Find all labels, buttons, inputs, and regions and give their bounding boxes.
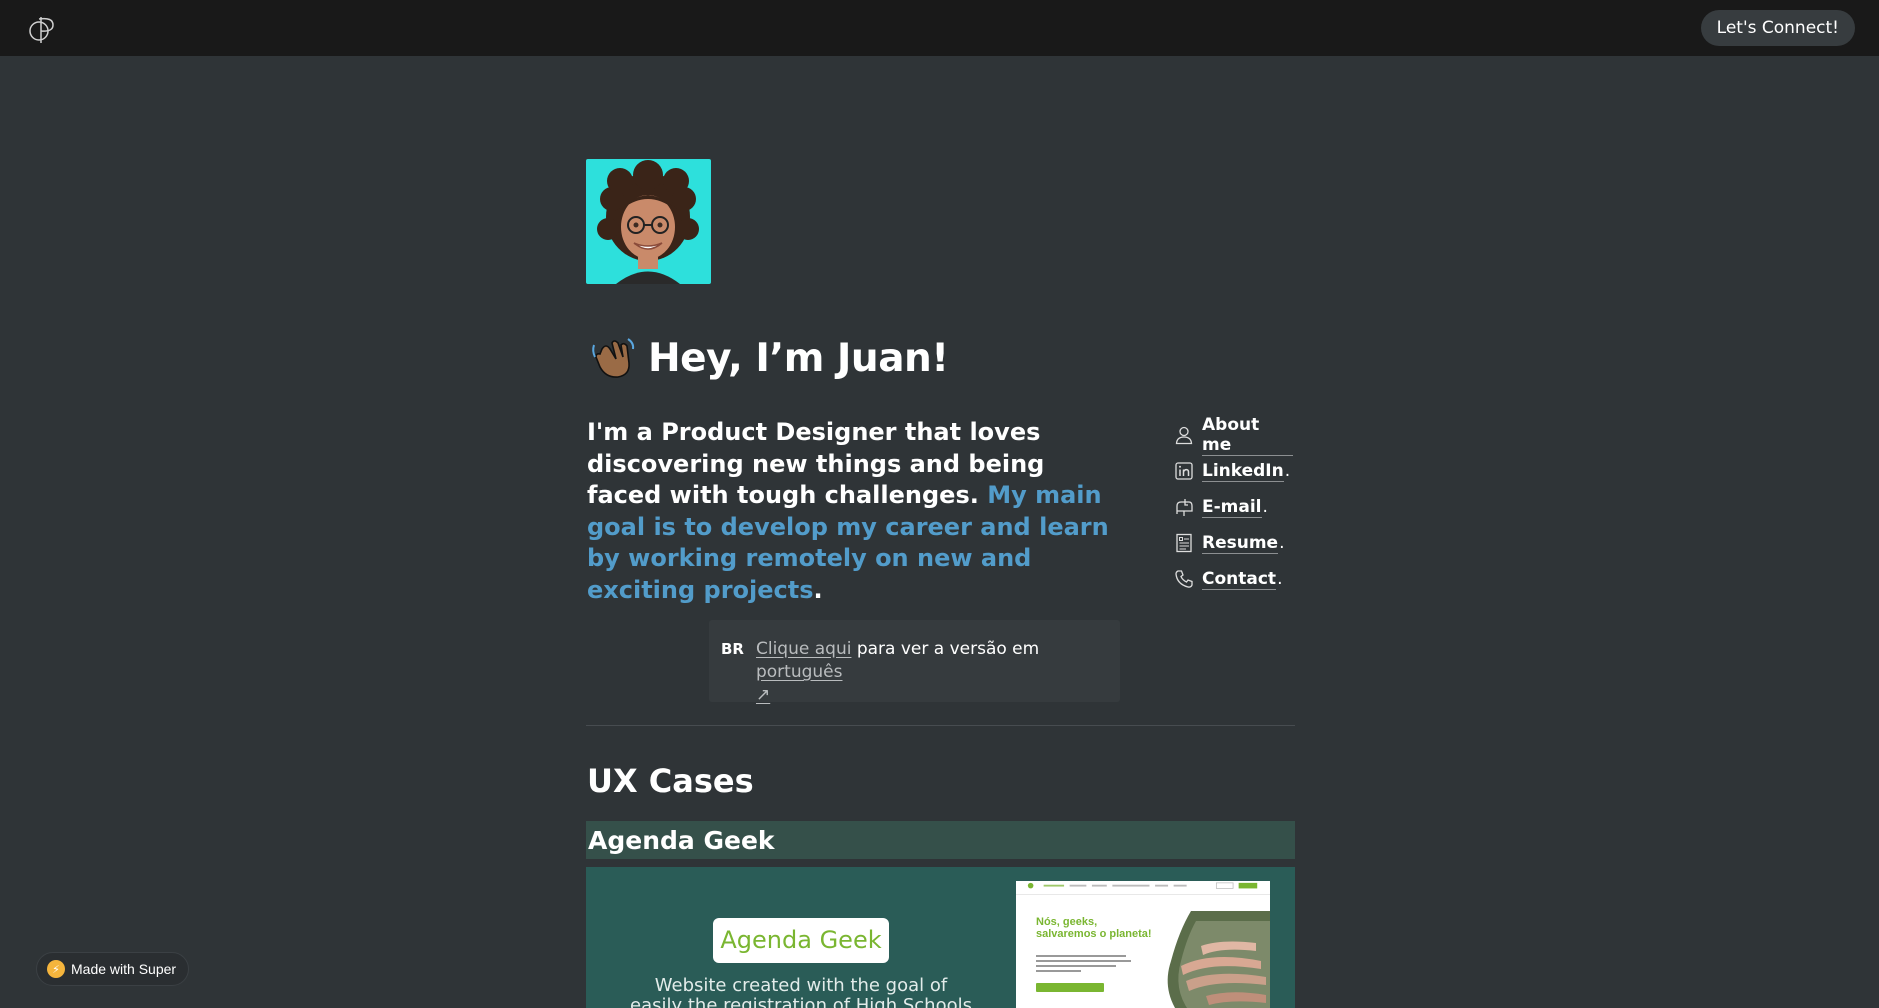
link-dot: . [1277,569,1283,589]
case-title-bar: Agenda Geek [586,821,1295,859]
intro-period: . [813,575,823,604]
screenshot-headline-line-2: salvaremos o planeta! [1036,928,1152,940]
callout-middle-text: para ver a versão em [851,639,1040,659]
email-link[interactable]: E-mail. [1174,489,1294,525]
screenshot-cta-button [1036,983,1104,992]
linkedin-icon [1175,462,1193,480]
made-with-super-badge[interactable]: ⚡ Made with Super [36,952,190,986]
contact-link[interactable]: Contact. [1174,561,1294,597]
portugues-link-label: português [755,662,843,682]
intro-paragraph: I'm a Product Designer that loves discov… [587,417,1122,606]
made-with-super-label: Made with Super [71,961,177,977]
about-me-link[interactable]: About me [1174,415,1294,456]
website-screenshot: Nós, geeks, salvaremos o planeta! [1016,881,1270,1008]
profile-links: About me LinkedIn. E-mail. Resume. Conta… [1174,415,1294,597]
external-link-arrow-icon: ↗ [755,685,771,705]
resume-link[interactable]: Resume. [1174,525,1294,561]
callout-text: Clique aqui para ver a versão em portugu… [756,638,1108,705]
lightning-bolt-icon: ⚡ [47,960,65,978]
portugues-link[interactable]: português ↗ [756,662,843,705]
link-dot: . [1279,533,1285,553]
avatar [586,159,711,284]
linkedin-link[interactable]: LinkedIn. [1174,453,1294,489]
case-title: Agenda Geek [588,826,775,855]
language-callout: BR Clique aqui para ver a versão em port… [709,620,1120,705]
brazil-flag-label: BR [721,640,744,658]
about-me-label: About me [1202,415,1293,456]
greeting-heading: Hey, I’m Juan! [590,335,949,381]
screenshot-hands-image [1167,911,1270,1008]
link-dot: . [1262,497,1268,517]
screenshot-subtext [1036,955,1131,972]
email-label: E-mail [1202,496,1262,518]
screenshot-navbar [1016,882,1270,895]
person-icon [1175,426,1193,445]
screenshot-headline-line-1: Nós, geeks, [1036,916,1098,928]
contact-label: Contact [1202,568,1277,590]
linkedin-label: LinkedIn [1202,460,1284,482]
phone-icon [1175,570,1193,588]
clique-aqui-link[interactable]: Clique aqui [756,639,851,659]
document-icon [1176,533,1192,553]
mailbox-icon [1176,499,1193,516]
agenda-geek-case-card[interactable]: Agenda Geek Website created with the goa… [586,867,1295,1008]
resume-label: Resume [1202,532,1279,554]
top-navigation-bar: Let's Connect! [0,0,1879,56]
lets-connect-button[interactable]: Let's Connect! [1700,10,1855,46]
case-description: Website created with the goal of easily … [630,975,972,1008]
agenda-geek-logo-badge: Agenda Geek [713,918,889,963]
ux-cases-heading: UX Cases [587,762,754,800]
waving-hand-icon [592,338,635,378]
cp-monogram-logo[interactable] [27,13,61,45]
page-title: Hey, I’m Juan! [648,335,949,381]
section-divider [586,725,1295,726]
screenshot-headline: Nós, geeks, salvaremos o planeta! [1036,916,1152,940]
link-dot: . [1284,461,1291,481]
intro-text: I'm a Product Designer that loves discov… [587,418,1045,509]
